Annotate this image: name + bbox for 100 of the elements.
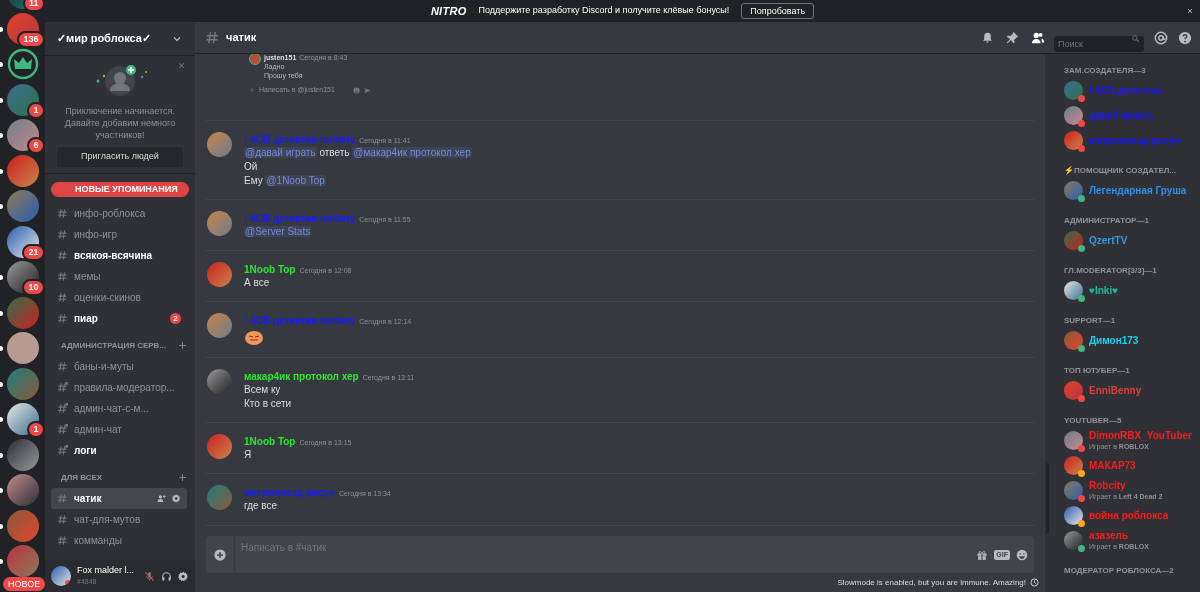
member-item[interactable]: Легендарная Груша	[1064, 178, 1200, 203]
channel-name: пиар	[74, 312, 99, 326]
role-heading: SUPPORT—1	[1064, 315, 1117, 327]
role-heading: YOUTUBER—5	[1064, 415, 1123, 427]
mention-link[interactable]: @давай играть	[244, 147, 317, 158]
server-header[interactable]: ✓мир роблокса✓	[45, 22, 195, 55]
settings-icon[interactable]	[172, 494, 181, 503]
member-name: метропоезд рисуч	[1089, 135, 1180, 146]
crown-icon[interactable]	[6, 48, 39, 80]
channel-name: мемы	[74, 270, 102, 284]
notification-badge: 136	[17, 30, 45, 48]
add-attachment-icon[interactable]	[214, 548, 226, 561]
avatar	[207, 485, 232, 510]
role-heading: АДМИНИСТРАТОР—1	[1064, 215, 1150, 227]
plus-icon[interactable]	[178, 473, 187, 482]
channel-item[interactable]: инфо-роблокса	[51, 203, 187, 224]
gift-icon[interactable]	[976, 548, 989, 561]
avatar	[207, 313, 232, 338]
member-name: Robcity	[1089, 479, 1127, 491]
message-text: Кто в сети	[244, 398, 292, 409]
close-icon[interactable]	[1186, 7, 1194, 15]
channel-item[interactable]: админ-чат-с-м...	[51, 398, 187, 419]
invite-text: Приключение начинается. Давайте добавим немного участников!	[63, 105, 177, 141]
channel-name: логи	[74, 444, 98, 458]
channel-item[interactable]: чат-для-мутов	[51, 509, 187, 530]
channel-item[interactable]: пиар 2	[51, 308, 187, 329]
notification-badge: 1	[27, 421, 45, 438]
channel-name: чат-для-мутов	[74, 513, 142, 527]
server-icon[interactable]	[6, 190, 39, 222]
server-icon[interactable]	[6, 509, 39, 542]
member-name: EnniBenny	[1089, 385, 1142, 396]
member-item[interactable]: EnniBenny	[1064, 378, 1200, 403]
member-item[interactable]: Димон173	[1064, 328, 1200, 353]
members-icon[interactable]	[1031, 30, 1045, 45]
member-item[interactable]: QzertTV	[1064, 228, 1200, 253]
author-name[interactable]: макар4ик протокол хер	[244, 369, 359, 384]
member-item[interactable]: ♥Inki♥	[1064, 278, 1200, 303]
pin-icon[interactable]	[1006, 31, 1019, 44]
message-text: Ой	[244, 161, 258, 172]
new-mentions-pill[interactable]: НОВЫЕ УПОМИНАНИЯ	[51, 182, 189, 197]
server-name: ✓мир роблокса✓	[57, 31, 151, 47]
channel-name: админ-чат-с-м...	[74, 402, 150, 416]
avatar	[207, 369, 232, 394]
category-label[interactable]: ДЛЯ ВСЕХ	[53, 471, 103, 484]
avatar	[207, 262, 232, 287]
member-name: МАКАР73	[1089, 460, 1136, 471]
notification-badge: 1	[27, 101, 45, 119]
invite-button[interactable]: Пригласить людей	[57, 147, 183, 167]
mention-link[interactable]: @1Noob Top	[265, 175, 326, 186]
bell-icon[interactable]	[981, 31, 994, 44]
username: Fox malder l...	[77, 565, 135, 576]
server-icon[interactable]	[6, 367, 39, 400]
member-item[interactable]: война роблокса	[1064, 503, 1200, 528]
server-icon[interactable]	[6, 474, 39, 506]
role-heading: ЗАМ.СОЗДАТЕЛЯ—3	[1064, 65, 1147, 77]
channel-item[interactable]: комманды	[51, 530, 187, 551]
emoji-icon[interactable]	[1016, 548, 1028, 561]
channel-item[interactable]: админ-чат	[51, 419, 187, 440]
member-name: ! 4CB детектив	[1089, 85, 1163, 96]
search-field[interactable]: Поиск	[1054, 35, 1144, 52]
author-name[interactable]: 1Noob Top	[244, 434, 296, 449]
mention-icon[interactable]	[1154, 30, 1168, 45]
server-icon[interactable]	[6, 332, 39, 364]
headphones-icon[interactable]	[161, 570, 172, 582]
invite-icon[interactable]	[157, 494, 166, 503]
channel-item[interactable]: всякоя-всячина	[51, 245, 187, 266]
mention-link[interactable]: @Server Stats	[244, 226, 312, 237]
message-text: Я	[244, 449, 252, 460]
channel-item[interactable]: правила-модератор...	[51, 377, 187, 398]
channel-name: оценки-скинов	[74, 291, 142, 305]
channel-item[interactable]: оценки-скинов	[51, 287, 187, 308]
channel-name: инфо-игр	[74, 228, 119, 242]
author-name[interactable]: 1Noob Top	[244, 262, 296, 277]
server-icon[interactable]	[6, 154, 39, 187]
try-button[interactable]: Попробовать	[741, 3, 815, 19]
nitro-logo: NITRO	[430, 3, 467, 19]
server-icon[interactable]	[6, 545, 39, 577]
category-label[interactable]: АДМИНИСТРАЦИЯ СЕРВ...	[53, 339, 167, 352]
member-name: Димон173	[1089, 335, 1139, 346]
message-text: Ему	[244, 175, 264, 186]
clock-icon	[1030, 578, 1039, 587]
server-icon[interactable]	[6, 438, 39, 471]
help-icon[interactable]	[1178, 30, 1192, 45]
muted-mic-icon[interactable]	[144, 570, 155, 582]
send-icon	[364, 86, 371, 94]
notification-badge: 21	[22, 243, 45, 261]
channel-item[interactable]: чатик	[51, 488, 187, 509]
plus-icon	[249, 87, 255, 94]
channel-item[interactable]: логи	[51, 440, 187, 461]
channel-item[interactable]: баны-и-муты	[51, 356, 187, 377]
mention-link[interactable]: @макар4ик протокол хер	[352, 147, 472, 158]
channel-item[interactable]: инфо-игр	[51, 224, 187, 245]
member-name: DimonRBX_YouTuber	[1089, 429, 1192, 441]
channel-name: правила-модератор...	[74, 381, 176, 395]
channel-item[interactable]: мемы	[51, 266, 187, 287]
member-item[interactable]: МАКАР73	[1064, 453, 1200, 478]
avatar	[207, 434, 232, 459]
plus-icon[interactable]	[178, 341, 187, 350]
mention-badge: 2	[170, 313, 181, 324]
settings-icon[interactable]	[178, 570, 189, 582]
